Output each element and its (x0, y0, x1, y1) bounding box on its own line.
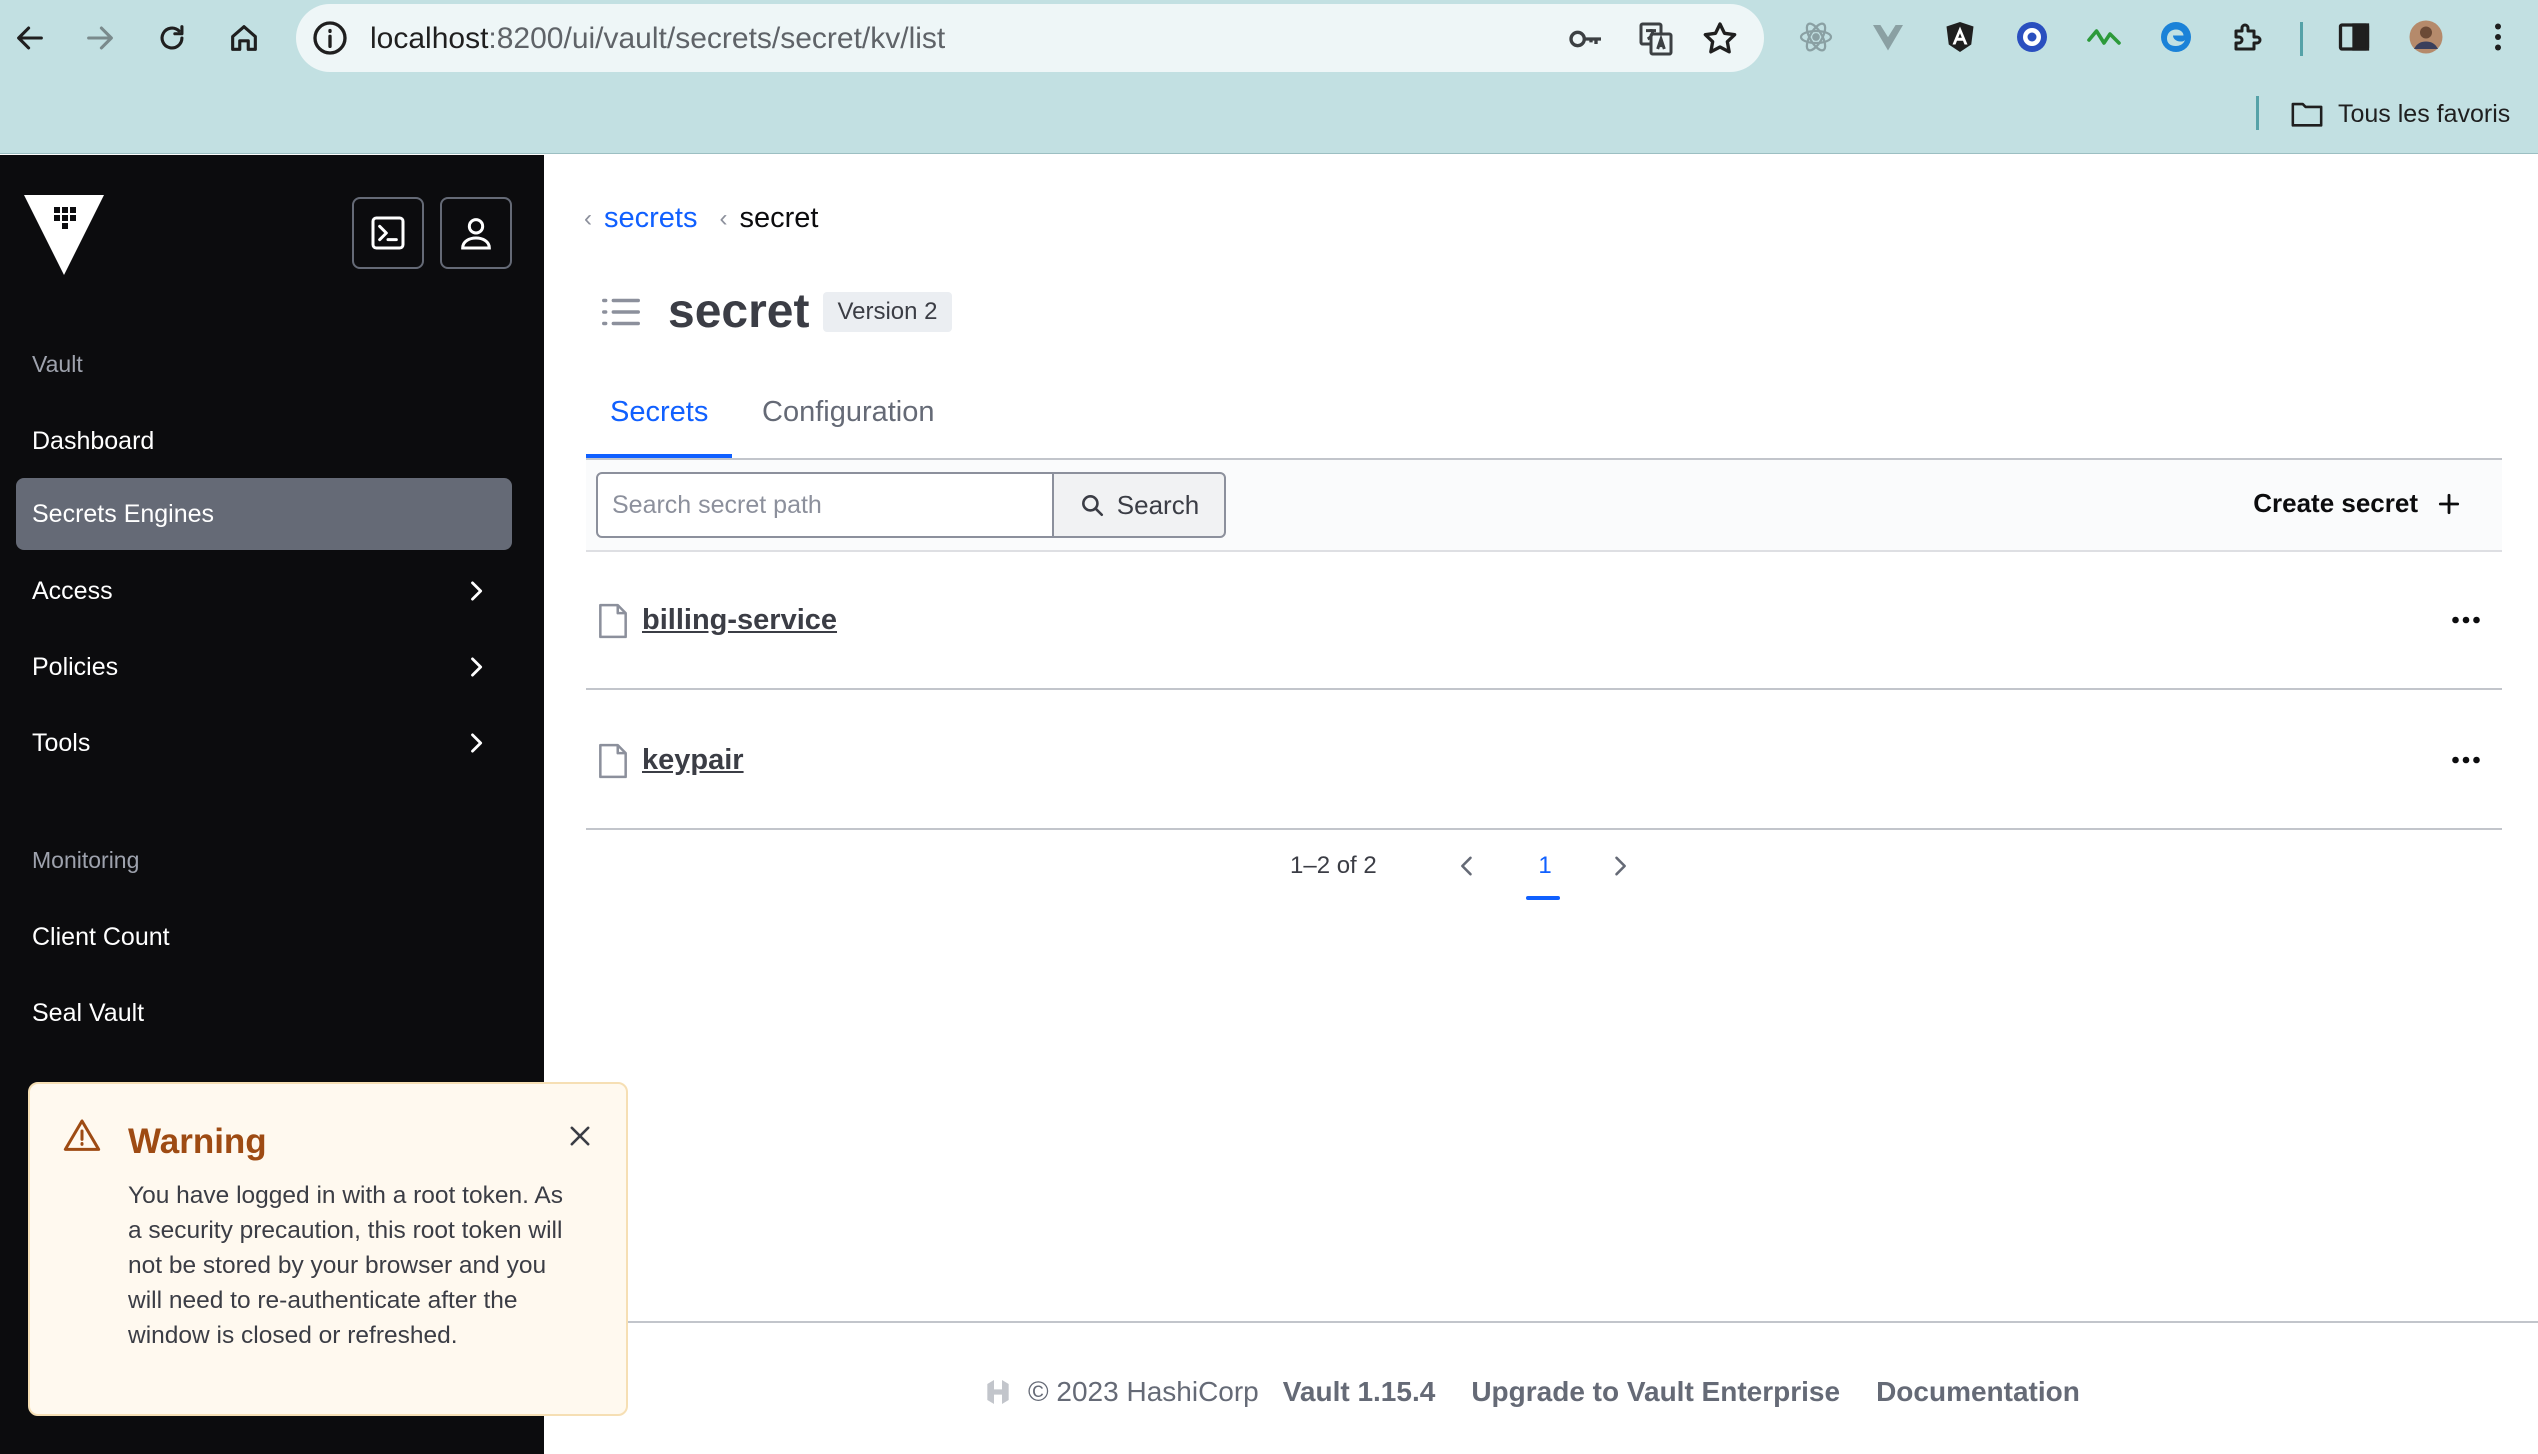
sidebar-item-client-count[interactable]: Client Count (16, 901, 512, 973)
password-key-icon[interactable] (1566, 19, 1606, 59)
version-badge: Version 2 (823, 291, 952, 332)
address-bar[interactable]: localhost:8200/ui/vault/secrets/secret/k… (296, 4, 1764, 72)
home-button[interactable] (220, 14, 268, 62)
back-button[interactable] (6, 14, 54, 62)
home-icon (231, 25, 257, 51)
pagination-active-indicator (1526, 896, 1560, 900)
edge-extension-icon[interactable] (2156, 17, 2196, 57)
footer-copyright: © 2023 HashiCorp (1028, 1376, 1259, 1407)
sidebar-item-label: Policies (32, 652, 119, 681)
reload-button[interactable] (148, 14, 196, 62)
pagination-page[interactable]: 1 (1528, 852, 1562, 880)
favorites-label: Tous les favoris (2338, 99, 2511, 128)
chevron-right-icon (471, 657, 483, 677)
pagination-range: 1–2 of 2 (1290, 852, 1377, 879)
terminal-icon (371, 216, 405, 250)
chevron-left-icon: ‹ (584, 204, 592, 232)
sidebar-item-access[interactable]: Access (16, 555, 512, 627)
create-secret-button[interactable]: Create secret (2253, 488, 2462, 519)
user-icon (461, 218, 491, 250)
more-options-icon[interactable] (2448, 602, 2484, 638)
warning-triangle-icon (63, 1119, 101, 1151)
secret-link-billing-service[interactable]: billing-service (642, 604, 837, 637)
list-item[interactable]: keypair (586, 692, 2502, 830)
tab-secrets[interactable]: Secrets (586, 396, 733, 458)
search-button-label: Search (1116, 489, 1200, 520)
plus-icon (2438, 493, 2460, 514)
sidebar-item-label: Client Count (32, 922, 170, 951)
translate-icon[interactable] (1636, 19, 1676, 59)
page-title: secret (668, 285, 810, 338)
search-icon (1081, 495, 1103, 517)
profile-avatar[interactable] (2406, 17, 2446, 57)
toast-message: You have logged in with a root token. As… (128, 1182, 563, 1349)
footer-divider (628, 1321, 2538, 1323)
vue-devtools-icon[interactable] (1868, 17, 1908, 57)
chevron-right-icon (471, 733, 483, 753)
arrow-right-icon (87, 26, 113, 50)
arrow-left-icon (17, 26, 43, 50)
create-secret-label: Create secret (2253, 488, 2418, 518)
console-button[interactable] (352, 197, 424, 269)
sidebar-item-label: Access (32, 576, 113, 605)
footer: © 2023 HashiCorp Vault 1.15.4 Upgrade to… (982, 1376, 2080, 1408)
browser-toolbar: localhost:8200/ui/vault/secrets/secret/k… (0, 0, 2538, 154)
list-toolbar: Search Create secret (586, 460, 2502, 552)
favorites-divider (2256, 96, 2259, 130)
reload-icon (160, 25, 184, 50)
url-text: localhost:8200/ui/vault/secrets/secret/k… (370, 22, 946, 55)
chevron-left-icon[interactable] (1453, 852, 1481, 880)
toast-title: Warning (128, 1122, 267, 1161)
react-devtools-icon[interactable] (1796, 17, 1836, 57)
breadcrumb-link-secrets[interactable]: secrets (604, 202, 697, 235)
sidebar-item-seal-vault[interactable]: Seal Vault (16, 977, 512, 1049)
breadcrumb-current: secret (739, 202, 819, 234)
breadcrumb: ‹ secrets ‹ secret (584, 202, 818, 235)
angular-devtools-icon[interactable] (1940, 17, 1980, 57)
hashicorp-logo-icon (987, 1380, 1009, 1404)
side-panel-icon[interactable] (2334, 17, 2374, 57)
sidebar-heading-monitoring: Monitoring (32, 847, 140, 873)
secret-link-keypair[interactable]: keypair (642, 744, 744, 777)
sidebar-item-label: Secrets Engines (32, 499, 215, 528)
chevron-right-icon[interactable] (1606, 852, 1634, 880)
forward-button[interactable] (76, 14, 124, 62)
warning-toast: Warning You have logged in with a root t… (28, 1082, 628, 1416)
sidebar-heading-vault: Vault (32, 351, 83, 377)
folder-icon (2291, 102, 2323, 127)
documentation-link[interactable]: Documentation (1876, 1376, 2080, 1408)
sidebar-item-label: Dashboard (32, 426, 155, 455)
file-icon (599, 743, 627, 779)
search-input[interactable] (596, 472, 1054, 538)
chevron-right-icon (471, 581, 483, 601)
sidebar-item-policies[interactable]: Policies (16, 631, 512, 703)
list-icon (602, 298, 640, 325)
file-icon (599, 603, 627, 639)
close-icon[interactable] (566, 1122, 594, 1150)
sidebar-item-label: Seal Vault (32, 998, 145, 1027)
more-options-icon[interactable] (2448, 742, 2484, 778)
extensions-puzzle-icon[interactable] (2228, 17, 2268, 57)
tab-configuration[interactable]: Configuration (762, 396, 935, 458)
sidebar-item-label: Tools (32, 728, 91, 757)
upgrade-link[interactable]: Upgrade to Vault Enterprise (1471, 1376, 1840, 1408)
tab-bar: Secrets Configuration (586, 376, 2502, 460)
sidebar-item-dashboard[interactable]: Dashboard (16, 405, 512, 477)
browser-menu-icon[interactable] (2478, 17, 2518, 57)
chevron-left-icon: ‹ (719, 204, 728, 232)
toolbar-divider (2300, 22, 2303, 56)
sidebar-item-tools[interactable]: Tools (16, 707, 512, 779)
favorites-folder[interactable]: Tous les favoris (2290, 96, 2510, 132)
vault-logo-icon[interactable] (24, 195, 104, 275)
sidebar-item-secrets-engines[interactable]: Secrets Engines (16, 478, 512, 550)
user-menu-button[interactable] (440, 197, 512, 269)
bookmark-star-icon[interactable] (1700, 19, 1740, 59)
footer-version: Vault 1.15.4 (1282, 1376, 1436, 1407)
list-item[interactable]: billing-service (586, 552, 2502, 690)
site-info-icon[interactable] (310, 18, 350, 58)
search-button[interactable]: Search (1052, 472, 1226, 538)
activity-extension-icon[interactable] (2084, 17, 2124, 57)
page-header: secret Version 2 (598, 284, 952, 339)
proxy-extension-icon[interactable] (2012, 17, 2052, 57)
